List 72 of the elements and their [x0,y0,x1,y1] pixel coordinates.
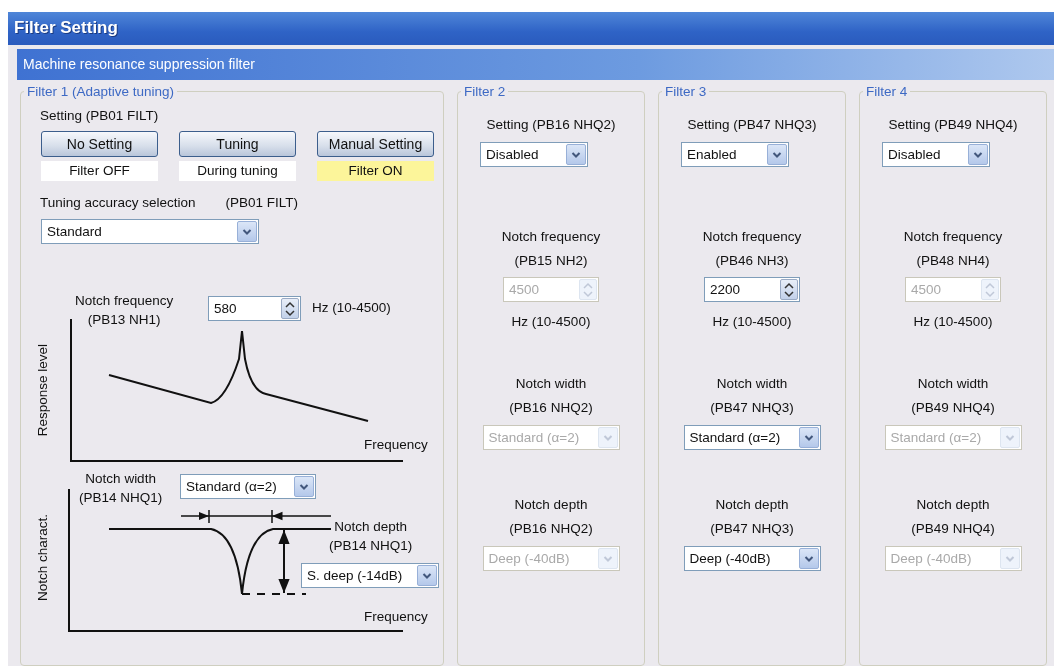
setting-label: Setting (PB01 FILT) [40,108,160,123]
parameter-label: (PB47 NHQ3) [710,399,794,417]
field-label: Notch depth [514,496,588,514]
parameter-label: (PB13 NH1) [86,311,162,329]
spin-arrows-icon[interactable] [281,298,299,319]
group-title: Filter 3 [664,84,708,99]
unit-label: Hz (10-4500) [511,313,591,331]
window-title: Filter Setting [8,12,1054,45]
field-label: Notch depth [333,518,409,536]
spin-arrows-icon[interactable] [780,279,798,300]
status-label: Filter ON [317,161,434,181]
caret-icon[interactable] [968,144,988,165]
field-label: Notch width [84,470,157,488]
parameter-label: (PB49 NHQ4) [911,399,995,417]
parameter-label: (PB47 NHQ3) [710,520,794,538]
setting-label: Setting (PB49 NHQ4) [888,117,1018,132]
spin-field[interactable]: 580 [208,296,301,321]
unit-label: Hz (10-4500) [913,313,993,331]
mode-button[interactable]: Manual Setting [317,131,434,157]
parameter-label: (PB14 NHQ1) [329,537,413,555]
field-label: Notch width [515,375,587,393]
dropdown[interactable]: Disabled [480,142,588,167]
caret-icon[interactable] [566,144,586,165]
field-label: Notch frequency [903,228,1003,246]
mode-button[interactable]: No Setting [41,131,158,157]
dropdown[interactable]: Standard (α=2) [180,474,316,499]
parameter-label: (PB46 NH3) [715,252,789,270]
caret-icon[interactable] [767,144,787,165]
field-label: Notch depth [916,496,990,514]
field-label: Notch width [716,375,788,393]
setting-label: Setting (PB16 NHQ2) [486,117,616,132]
field-label: Notch width [917,375,989,393]
axis-label: Frequency [364,609,428,624]
parameter-label: (PB16 NHQ2) [509,399,593,417]
group-title: Filter 1 (Adaptive tuning) [26,84,176,99]
field-label: Tuning accuracy selection [40,195,196,210]
axis-label: Response level [35,344,50,437]
parameter-label: (PB14 NHQ1) [79,489,163,507]
unit-label: Hz (10-4500) [312,300,391,315]
dropdown[interactable]: Disabled [882,142,990,167]
caret-icon[interactable] [798,427,819,448]
caret-icon[interactable] [417,565,437,586]
field-label: Notch frequency [75,292,174,310]
leader-line [241,593,307,595]
caret-icon[interactable] [294,476,314,497]
parameter-label: (PB15 NH2) [514,252,588,270]
unit-label: Hz (10-4500) [712,313,792,331]
parameter-label: (PB48 NH4) [916,252,990,270]
group-title: Filter 4 [865,84,909,99]
dropdown[interactable]: Standard [41,219,259,244]
field-label: Notch depth [715,496,789,514]
caret-icon[interactable] [798,548,819,569]
section-header: Machine resonance suppression filter [17,49,1054,80]
setting-label: Setting (PB47 NHQ3) [687,117,817,132]
parameter-label: (PB01 FILT) [225,195,299,210]
dropdown[interactable]: Enabled [681,142,789,167]
depth-arrow [278,529,290,594]
status-label: Filter OFF [41,161,158,181]
spin-field[interactable]: 2200 [704,277,800,302]
caret-icon[interactable] [237,221,257,242]
dropdown[interactable]: S. deep (-14dB) [301,563,439,588]
axis-label: Frequency [364,437,428,452]
dropdown[interactable]: Deep (-40dB) [683,546,821,571]
dropdown[interactable]: Standard (α=2) [683,425,821,450]
group-title: Filter 2 [463,84,507,99]
mode-button[interactable]: Tuning [179,131,296,157]
axis-label: Notch charact. [35,514,50,602]
field-label: Notch frequency [501,228,601,246]
parameter-label: (PB49 NHQ4) [911,520,995,538]
parameter-label: (PB16 NHQ2) [509,520,593,538]
status-label: During tuning [179,161,296,181]
field-label: Notch frequency [702,228,802,246]
